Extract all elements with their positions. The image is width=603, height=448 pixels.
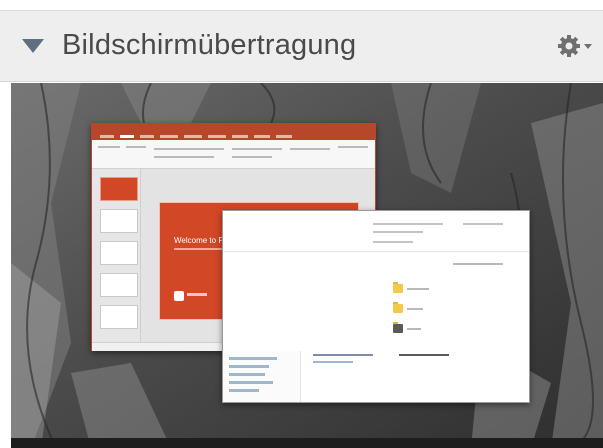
folder-icon[interactable] xyxy=(393,282,403,293)
screen-share-panel: Bildschirmübertragung Welcome to PowerPo… xyxy=(0,10,603,448)
panel-title: Bildschirmübertragung xyxy=(62,29,357,61)
powerpoint-ribbon xyxy=(92,140,375,169)
settings-menu-button[interactable] xyxy=(556,31,600,61)
slide-thumbnail[interactable] xyxy=(100,273,138,297)
folder-icon[interactable] xyxy=(393,302,403,313)
powerpoint-titlebar xyxy=(92,124,375,134)
triangle-down-icon xyxy=(22,39,44,53)
collapse-toggle-button[interactable] xyxy=(20,33,46,59)
slide-thumbnails xyxy=(92,169,141,342)
slide-thumbnail[interactable] xyxy=(100,209,138,233)
file-explorer-window[interactable] xyxy=(222,210,530,403)
folder-icon[interactable] xyxy=(393,322,403,333)
chevron-down-icon xyxy=(584,44,592,49)
panel-header: Bildschirmübertragung xyxy=(0,11,603,82)
slide-thumbnail[interactable] xyxy=(100,177,138,201)
explorer-search[interactable] xyxy=(453,263,503,265)
screen-share-viewport[interactable]: Welcome to PowerPoint xyxy=(11,83,603,448)
slide-thumbnail[interactable] xyxy=(100,305,138,329)
slide-logo-caption xyxy=(187,293,207,296)
explorer-navigation-pane xyxy=(223,351,301,402)
explorer-header xyxy=(223,211,529,252)
slide-thumbnail[interactable] xyxy=(100,241,138,265)
powerpoint-logo-icon xyxy=(174,291,184,301)
gear-icon xyxy=(558,35,580,57)
